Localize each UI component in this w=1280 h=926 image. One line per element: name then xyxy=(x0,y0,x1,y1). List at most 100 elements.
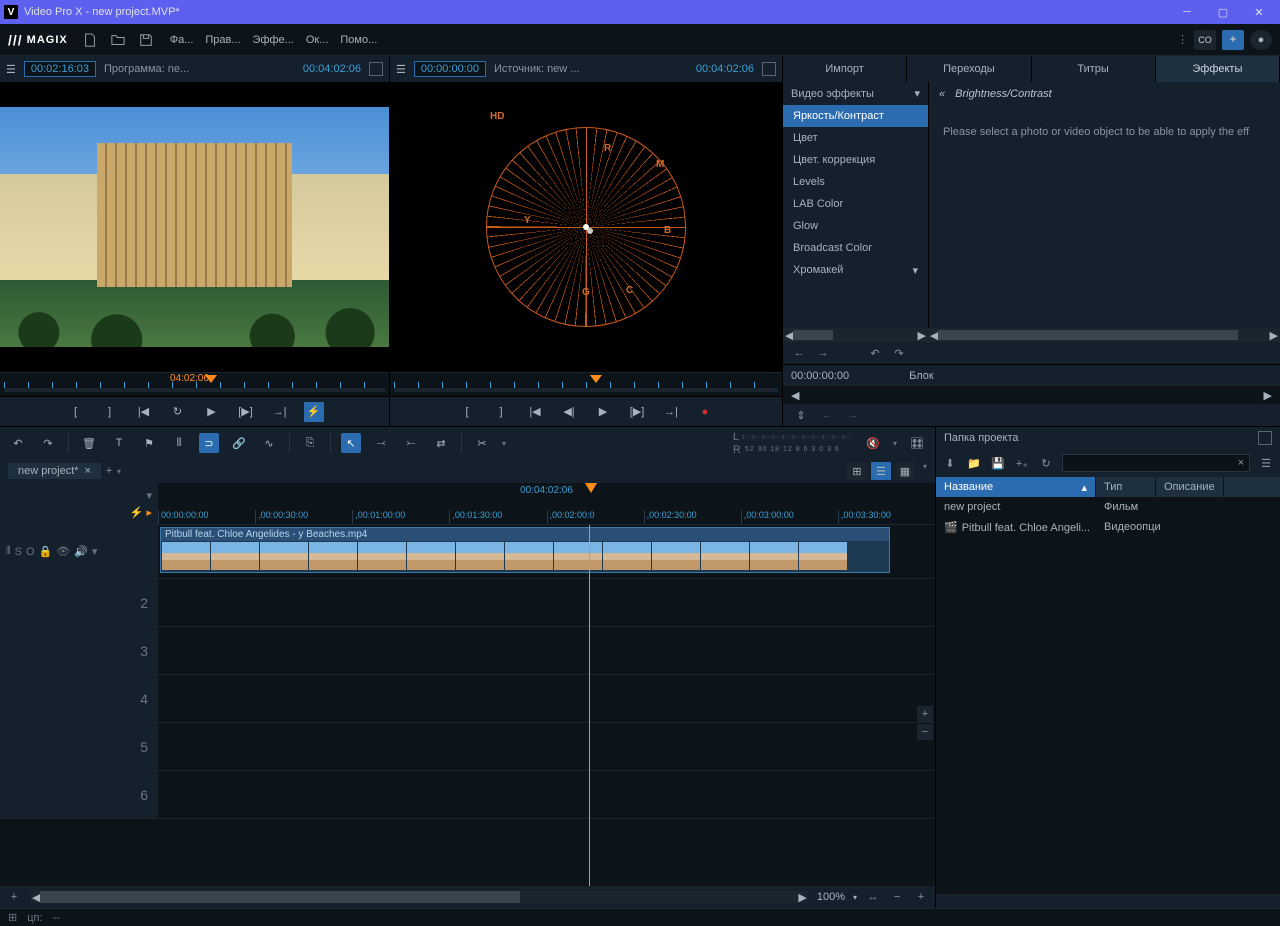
fx-nav-fwd[interactable]: → xyxy=(815,345,831,361)
program-scrubber[interactable]: 04:02:06 xyxy=(0,372,389,396)
link-tool[interactable]: 🔗 xyxy=(229,433,249,453)
fx-levels[interactable]: Levels xyxy=(783,171,928,193)
folder-button[interactable]: 📁 xyxy=(966,455,982,471)
fx-undo[interactable]: ↶ xyxy=(867,345,883,361)
marker-tool[interactable]: ⚑ xyxy=(139,433,159,453)
src-play-button[interactable]: ▶ xyxy=(593,402,613,422)
col-type[interactable]: Тип xyxy=(1096,477,1156,497)
program-menu-icon[interactable]: ☰ xyxy=(6,63,16,76)
lightning-button[interactable]: ⚡ xyxy=(304,402,324,422)
project-tab[interactable]: new project*× xyxy=(8,463,101,479)
src-mark-out-button[interactable]: ] xyxy=(491,402,511,422)
grid-icon[interactable]: ⊞ xyxy=(8,911,17,924)
mark-in-button[interactable]: [ xyxy=(66,402,86,422)
hzoom-in-button[interactable]: + xyxy=(913,889,929,905)
track-2-header[interactable]: 2 xyxy=(0,579,158,626)
mixer-button[interactable]: 🎛 xyxy=(907,433,927,453)
timeline-ruler[interactable]: ▾ ⚡ ▸ 00:04:02:06 00:00:00:00 ,00:00:30:… xyxy=(0,483,935,525)
fx-chromakey[interactable]: Хромакей▾ xyxy=(783,259,928,282)
fx-back-icon[interactable]: « xyxy=(939,88,945,100)
program-viewport[interactable] xyxy=(0,82,389,372)
slip-tool[interactable]: ⇄ xyxy=(431,433,451,453)
tab-import[interactable]: Импорт xyxy=(783,56,907,82)
add-button[interactable]: +₊ xyxy=(1014,455,1030,471)
zoom-level[interactable]: 100% xyxy=(817,891,845,903)
menu-effects[interactable]: Эффе... xyxy=(247,34,300,46)
add-tab-button[interactable]: + xyxy=(101,463,117,479)
open-folder-icon[interactable] xyxy=(108,30,128,50)
record-button[interactable]: ● xyxy=(695,402,715,422)
vzoom-in-button[interactable]: + xyxy=(917,706,933,722)
minimize-button[interactable]: ─ xyxy=(1178,3,1196,21)
pointer-tool[interactable]: ↖ xyxy=(341,433,361,453)
mark-out-button[interactable]: ] xyxy=(100,402,120,422)
source-menu-icon[interactable]: ☰ xyxy=(396,63,406,76)
project-row[interactable]: 🎬Pitbull feat. Chloe Angeli... Видеоопци xyxy=(936,517,1280,538)
fx-redo[interactable]: ↷ xyxy=(891,345,907,361)
program-tc-in[interactable]: 00:02:16:03 xyxy=(24,61,96,77)
view-list-button[interactable]: ☰ xyxy=(871,462,891,480)
play-button[interactable]: ▶ xyxy=(202,402,222,422)
src-prev-button[interactable]: ◀| xyxy=(559,402,579,422)
curve-tool[interactable]: ∿ xyxy=(259,433,279,453)
tab-transitions[interactable]: Переходы xyxy=(907,56,1031,82)
menu-edit[interactable]: Прав... xyxy=(199,34,246,46)
source-scrubber[interactable] xyxy=(390,372,782,396)
vzoom-out-button[interactable]: − xyxy=(917,724,933,740)
col-desc[interactable]: Описание xyxy=(1156,477,1224,497)
fx-lab-color[interactable]: LAB Color xyxy=(783,193,928,215)
playhead[interactable] xyxy=(585,483,597,493)
col-name[interactable]: Название▴ xyxy=(936,477,1096,497)
fx-broadcast-color[interactable]: Broadcast Color xyxy=(783,237,928,259)
play-range-button[interactable]: [▶] xyxy=(236,402,256,422)
fx-color[interactable]: Цвет xyxy=(783,127,928,149)
hzoom-out-button[interactable]: − xyxy=(889,889,905,905)
fx-category-header[interactable]: Видео эффекты▾ xyxy=(783,82,928,105)
fx-glow[interactable]: Glow xyxy=(783,215,928,237)
track-5-header[interactable]: 5 xyxy=(0,723,158,770)
track-4-header[interactable]: 4 xyxy=(0,675,158,722)
fx-list-scroll[interactable]: ◀▶ xyxy=(783,328,928,342)
undo-button[interactable]: ↶ xyxy=(8,433,28,453)
menu-more-icon[interactable]: ⋮ xyxy=(1177,33,1188,46)
fx-key-expand[interactable]: ⇕ xyxy=(793,407,809,423)
new-file-icon[interactable] xyxy=(80,30,100,50)
fx-detail-scroll[interactable]: ◀▶ xyxy=(928,328,1280,342)
project-hscroll[interactable] xyxy=(936,894,1280,908)
src-play-range-button[interactable]: [▶] xyxy=(627,402,647,422)
clear-search-icon[interactable]: × xyxy=(1233,455,1249,471)
fx-brightness-contrast[interactable]: Яркость/Контраст xyxy=(783,105,928,127)
add-track-button[interactable]: + xyxy=(6,889,22,905)
source-tc-in[interactable]: 00:00:00:00 xyxy=(414,61,486,77)
project-popout-icon[interactable] xyxy=(1258,431,1272,445)
tab-titles[interactable]: Титры xyxy=(1032,56,1156,82)
src-goto-start-button[interactable]: |◀ xyxy=(525,402,545,422)
group-tool[interactable]: ⫴ xyxy=(169,433,189,453)
program-scrub-handle[interactable] xyxy=(205,375,217,383)
redo-button[interactable]: ↷ xyxy=(38,433,58,453)
ruler-dropdown-icon[interactable]: ▾ xyxy=(146,489,152,502)
mute-button[interactable]: 🔇 xyxy=(863,433,883,453)
close-button[interactable]: ✕ xyxy=(1250,3,1268,21)
fx-button[interactable]: ✦ xyxy=(1222,30,1244,50)
src-mark-in-button[interactable]: [ xyxy=(457,402,477,422)
goto-end-button[interactable]: →| xyxy=(270,402,290,422)
fx-key-next[interactable]: → xyxy=(845,407,861,423)
import-button[interactable]: ⬇ xyxy=(942,455,958,471)
project-search[interactable]: × xyxy=(1062,454,1250,472)
save-button[interactable]: 💾 xyxy=(990,455,1006,471)
source-popout-icon[interactable] xyxy=(762,62,776,76)
goto-start-button[interactable]: |◀ xyxy=(134,402,154,422)
tab-effects[interactable]: Эффекты xyxy=(1156,56,1280,82)
cut-dropdown-icon[interactable]: ▾ xyxy=(502,439,506,448)
menu-help[interactable]: Помо... xyxy=(334,34,383,46)
refresh-button[interactable]: ↻ xyxy=(1038,455,1054,471)
track-6-header[interactable]: 6 xyxy=(0,771,158,818)
maximize-button[interactable]: ▢ xyxy=(1214,3,1232,21)
timeline-hscroll[interactable]: ◀▶ xyxy=(30,891,809,903)
menu-window[interactable]: Ок... xyxy=(300,34,335,46)
keyframe-icon[interactable]: ⚡ ▸ xyxy=(130,506,152,519)
program-popout-icon[interactable] xyxy=(369,62,383,76)
search-input[interactable] xyxy=(1063,457,1233,469)
fx-key-prev[interactable]: ← xyxy=(819,407,835,423)
